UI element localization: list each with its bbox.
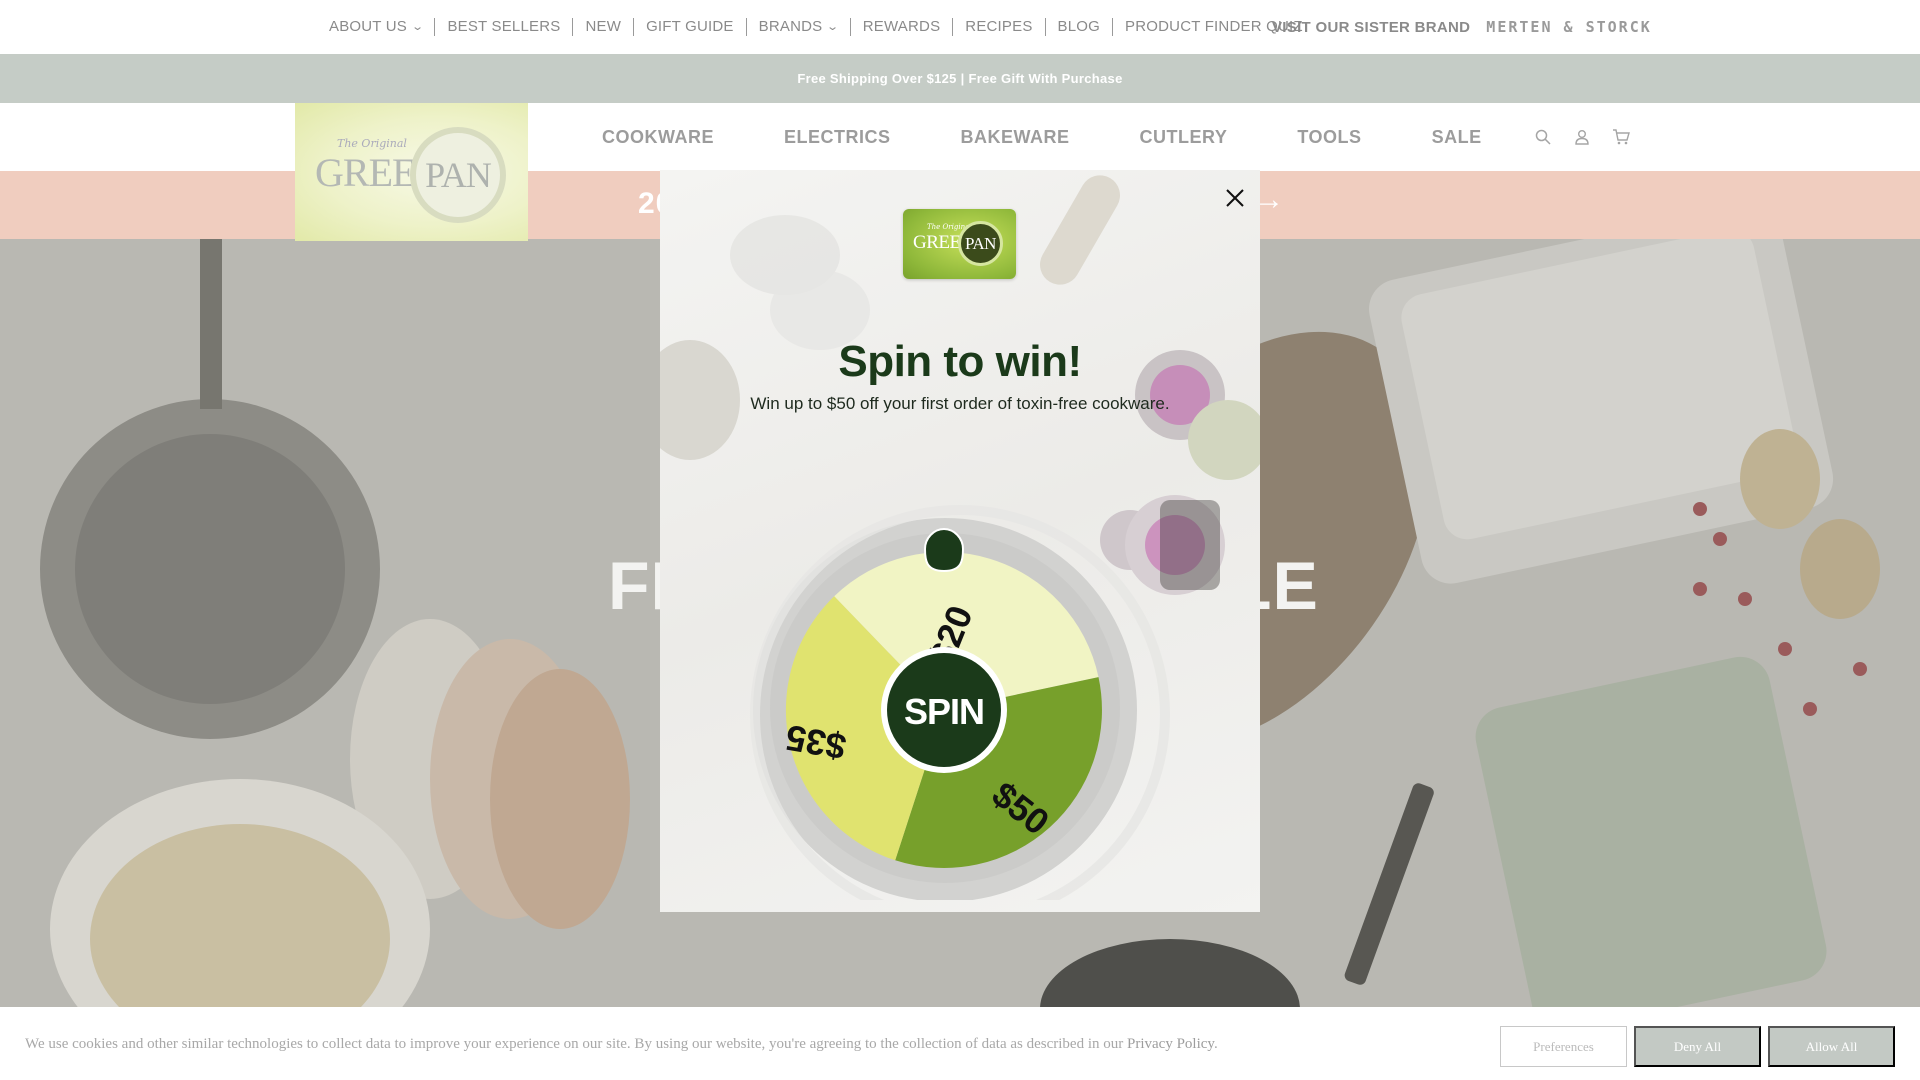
- spin-to-win-modal: The Original GREEN PAN Spin to win! Win …: [660, 170, 1260, 912]
- util-nav-label: RECIPES: [965, 18, 1033, 35]
- cookie-banner: We use cookies and other similar technol…: [0, 1007, 1920, 1080]
- privacy-policy-link[interactable]: Privacy Policy: [1127, 1036, 1214, 1052]
- util-nav-brands[interactable]: BRANDS ⌄: [747, 18, 851, 36]
- util-nav-rewards[interactable]: REWARDS: [851, 18, 954, 36]
- search-icon[interactable]: [1533, 127, 1553, 147]
- promo-bar: Free Shipping Over $125 | Free Gift With…: [0, 54, 1920, 103]
- logo-circle: PAN: [410, 127, 506, 223]
- chevron-down-icon: ⌄: [826, 21, 840, 33]
- close-icon[interactable]: [1221, 184, 1249, 212]
- modal-logo-circle: PAN: [958, 221, 1003, 266]
- prize-wheel: $20 $50 $35 SPIN: [750, 505, 1170, 900]
- util-nav-about-us[interactable]: ABOUT US ⌄: [317, 18, 436, 36]
- nav-cutlery[interactable]: CUTLERY: [1140, 127, 1228, 148]
- preferences-button[interactable]: Preferences: [1500, 1026, 1627, 1067]
- cookie-text-period: .: [1213, 1036, 1218, 1052]
- logo-pan-text: PAN: [425, 155, 492, 195]
- sister-brand-logo[interactable]: MERTEN & STORCK: [1486, 18, 1651, 36]
- wheel-pointer-icon: [923, 527, 965, 573]
- sister-brand: VISIT OUR SISTER BRAND MERTEN & STORCK: [1272, 0, 1652, 54]
- modal-logo-pan: PAN: [965, 233, 996, 253]
- modal-title: Spin to win!: [838, 337, 1082, 386]
- util-nav-new[interactable]: NEW: [573, 18, 635, 36]
- util-nav-label: ABOUT US: [329, 18, 408, 35]
- chevron-down-icon: ⌄: [411, 21, 425, 33]
- account-icon[interactable]: [1572, 127, 1592, 147]
- cookie-text-body: We use cookies and other similar technol…: [25, 1036, 1127, 1052]
- nav-sale[interactable]: SALE: [1432, 127, 1482, 148]
- sister-brand-label: VISIT OUR SISTER BRAND: [1272, 18, 1471, 36]
- util-nav-blog[interactable]: BLOG: [1046, 18, 1114, 36]
- util-nav-label: GIFT GUIDE: [646, 18, 734, 35]
- utility-bar: ABOUT US ⌄ BEST SELLERS NEW GIFT GUIDE BR…: [0, 0, 1920, 54]
- nav-cookware[interactable]: COOKWARE: [602, 127, 714, 148]
- spin-button-label: SPIN: [904, 691, 984, 732]
- allow-all-button[interactable]: Allow All: [1768, 1026, 1895, 1067]
- nav-electrics[interactable]: ELECTRICS: [784, 127, 891, 148]
- main-nav: COOKWARE ELECTRICS BAKEWARE CUTLERY TOOL…: [602, 103, 1482, 171]
- nav-tools[interactable]: TOOLS: [1297, 127, 1361, 148]
- nav-bakeware[interactable]: BAKEWARE: [961, 127, 1070, 148]
- header-icons: [1533, 103, 1631, 171]
- util-nav-label: BLOG: [1057, 18, 1101, 35]
- promo-text: Free Shipping Over $125 | Free Gift With…: [797, 71, 1123, 86]
- deny-all-button[interactable]: Deny All: [1634, 1026, 1761, 1067]
- modal-subtitle: Win up to $50 off your first order of to…: [750, 394, 1170, 413]
- util-nav-label: BEST SELLERS: [447, 18, 561, 35]
- util-nav-label: NEW: [585, 18, 622, 35]
- util-nav-best-sellers[interactable]: BEST SELLERS: [435, 18, 574, 36]
- spin-button[interactable]: SPIN: [881, 647, 1007, 773]
- util-nav-recipes[interactable]: RECIPES: [953, 18, 1046, 36]
- cookie-text: We use cookies and other similar technol…: [25, 1036, 1218, 1053]
- utility-nav: ABOUT US ⌄ BEST SELLERS NEW GIFT GUIDE BR…: [317, 0, 1315, 54]
- util-nav-gift-guide[interactable]: GIFT GUIDE: [634, 18, 747, 36]
- cart-icon[interactable]: [1611, 127, 1631, 147]
- util-nav-label: BRANDS: [758, 18, 823, 35]
- modal-logo: The Original GREEN PAN: [903, 209, 1016, 279]
- util-nav-label: REWARDS: [862, 18, 941, 35]
- site-logo[interactable]: The Original GREEN PAN: [295, 103, 528, 241]
